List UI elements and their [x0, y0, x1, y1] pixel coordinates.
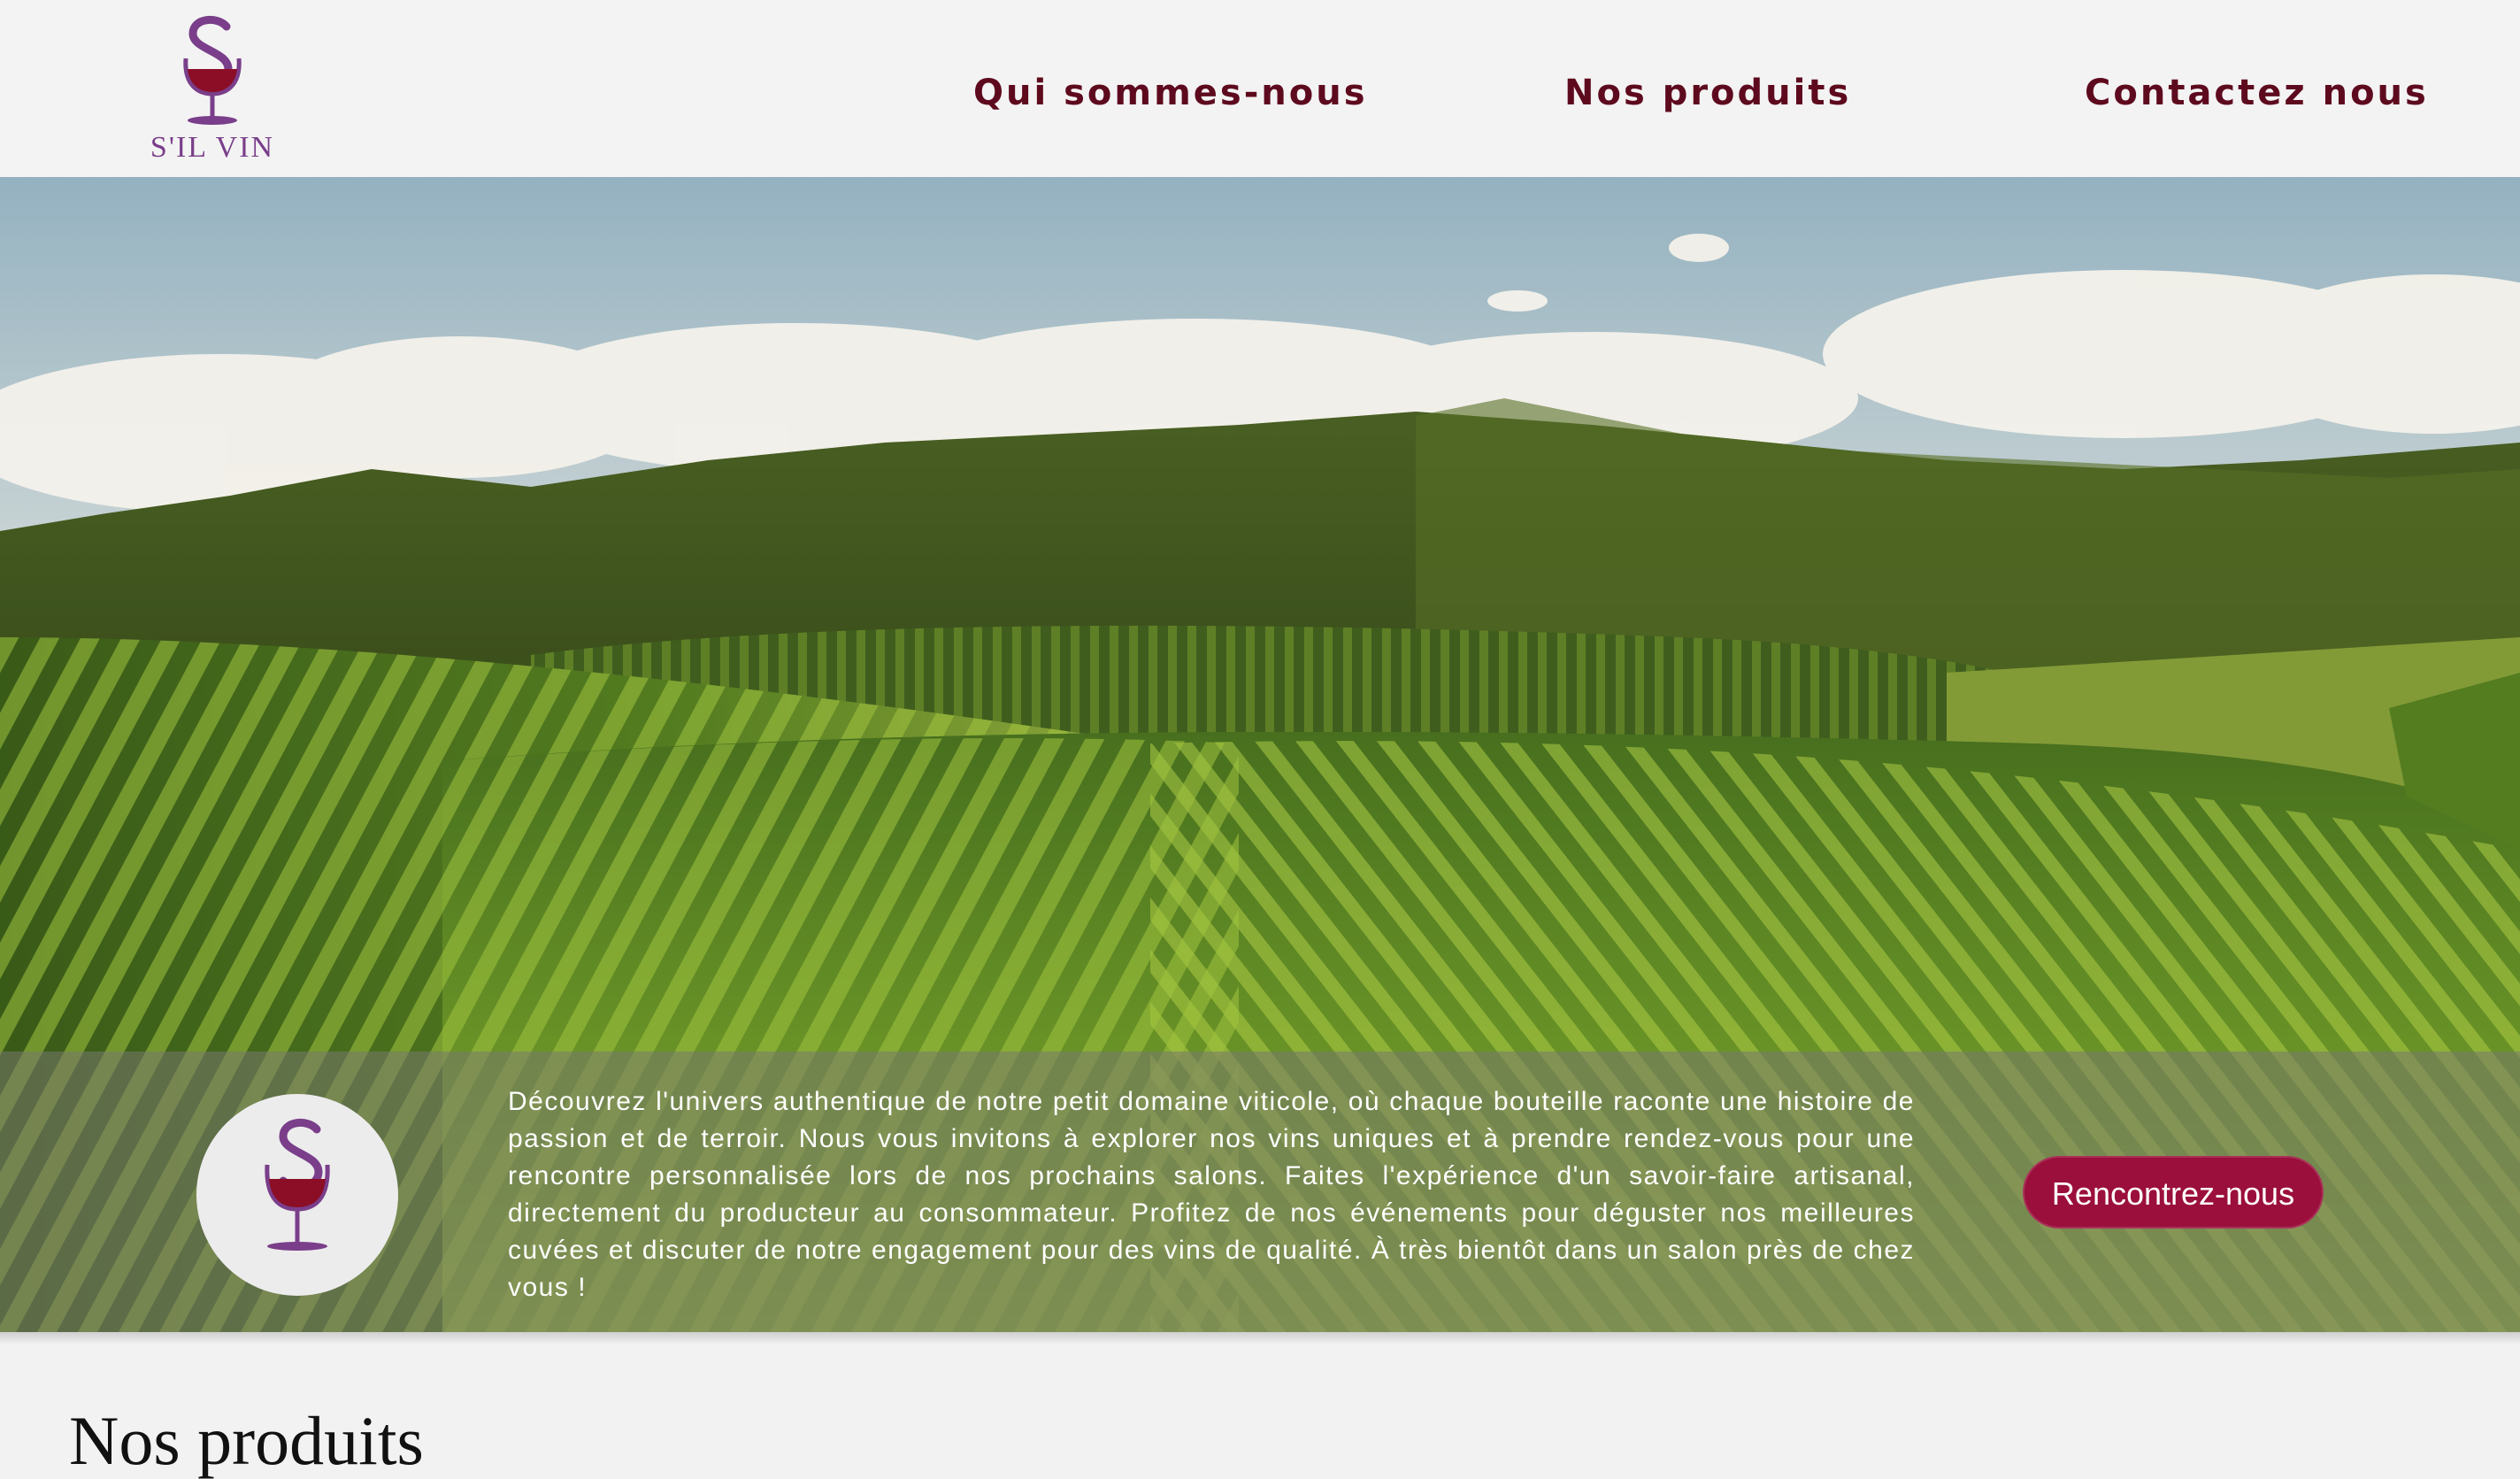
wine-glass-logo-icon [183, 16, 242, 125]
nav-qui-sommes-nous[interactable]: Qui sommes-nous [973, 62, 1368, 124]
section-title: Nos produits [69, 1402, 424, 1479]
logo-text: S'IL VIN [150, 131, 275, 164]
nav-nos-produits[interactable]: Nos produits [1564, 62, 1851, 124]
band-logo [196, 1094, 398, 1296]
rencontrez-nous-button[interactable]: Rencontrez-nous [2023, 1156, 2324, 1229]
divider [0, 1332, 2520, 1344]
site-header: S'IL VIN Qui sommes-nous Nos produits Co… [0, 0, 2520, 177]
band-description: Découvrez l'univers authentique de notre… [508, 1087, 1915, 1302]
wine-glass-logo-icon [265, 1119, 330, 1251]
nav-contactez-nous[interactable]: Contactez nous [2085, 62, 2429, 124]
info-band: Découvrez l'univers authentique de notre… [0, 1051, 2520, 1332]
site-logo[interactable]: S'IL VIN [142, 14, 283, 165]
